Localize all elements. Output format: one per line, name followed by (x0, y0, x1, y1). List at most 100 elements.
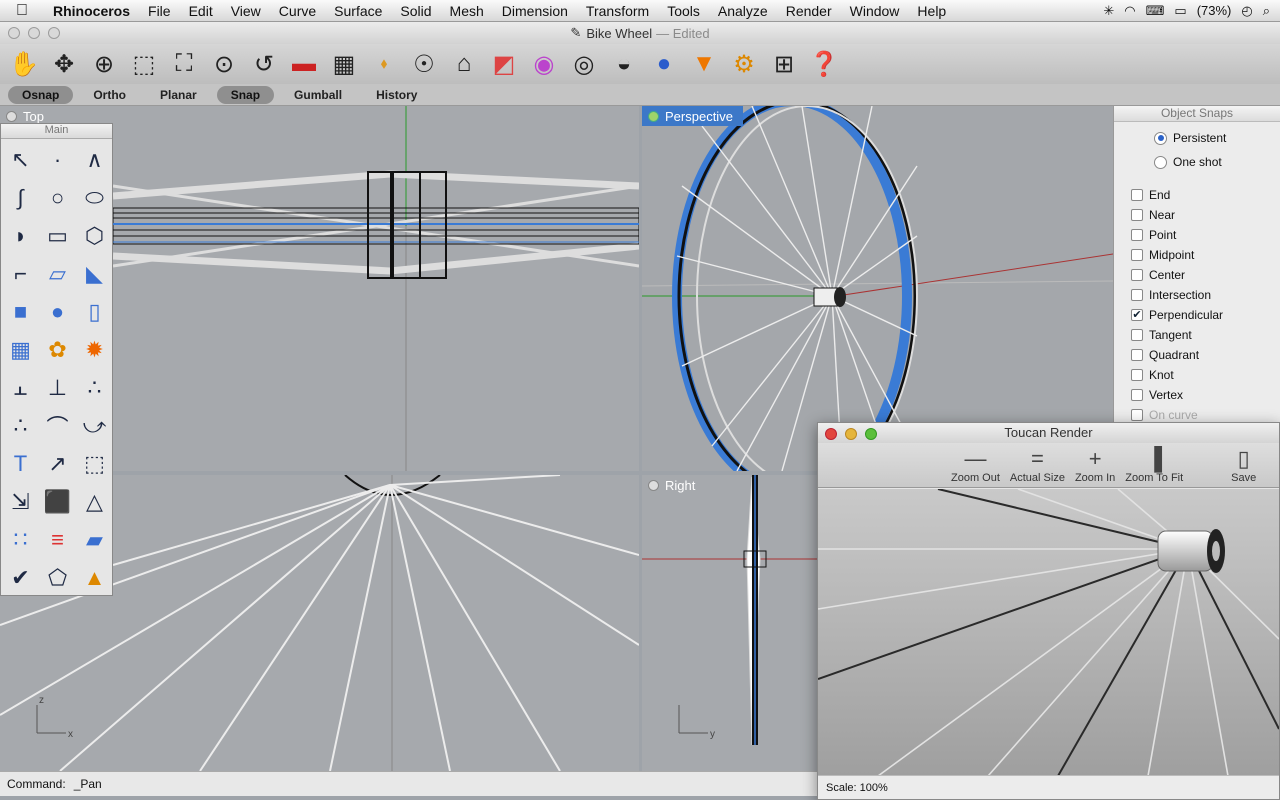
checkbox-icon[interactable] (1131, 329, 1143, 341)
viewport-perspective-title[interactable]: Perspective (642, 106, 743, 126)
check-icon[interactable]: ✔ (2, 559, 39, 597)
battery-icon[interactable]: ▭ (1174, 3, 1186, 19)
layers-icon[interactable]: ◩ (484, 46, 524, 82)
array-icon[interactable]: ∷ (2, 521, 39, 559)
move-icon[interactable]: ⇲ (2, 483, 39, 521)
snap-option-near[interactable]: Near (1114, 205, 1280, 225)
group-icon[interactable]: ⬚ (76, 445, 113, 483)
command-line[interactable]: Command: _Pan (0, 771, 817, 796)
snap-option-quadrant[interactable]: Quadrant (1114, 345, 1280, 365)
toucan-zoom-button[interactable] (865, 428, 877, 440)
zoom-dynamic-icon[interactable]: ⊕ (84, 46, 124, 82)
surface-edge-icon[interactable]: ◣ (76, 255, 113, 293)
zoom-selected-icon[interactable]: ⊙ (204, 46, 244, 82)
clock-icon[interactable]: ◴ (1241, 3, 1252, 19)
shaded-sphere-icon[interactable]: ◒ (604, 46, 644, 82)
select-arrow-icon[interactable]: ↖ (2, 141, 39, 179)
checkbox-icon[interactable] (1131, 269, 1143, 281)
ortho-toggle[interactable]: Ortho (79, 86, 140, 104)
menu-analyze[interactable]: Analyze (709, 3, 777, 19)
snap-option-center[interactable]: Center (1114, 265, 1280, 285)
curve-edit-icon[interactable]: ⤻ (76, 407, 113, 445)
command-input[interactable]: _Pan (74, 777, 102, 791)
zoom-window-button[interactable] (48, 27, 60, 39)
lightbulb-icon[interactable]: ☉ (404, 46, 444, 82)
wifi-icon[interactable]: ◠ (1124, 3, 1135, 19)
snap-option-end[interactable]: End (1114, 185, 1280, 205)
minimize-window-button[interactable] (28, 27, 40, 39)
undo-view-icon[interactable]: ↺ (244, 46, 284, 82)
wireframe-sphere-icon[interactable]: ◎ (564, 46, 604, 82)
curve-icon[interactable]: ∫ (2, 179, 39, 217)
checkbox-icon[interactable] (1131, 409, 1143, 421)
save-button[interactable]: ▯ Save (1231, 446, 1256, 487)
surface-from-points-icon[interactable]: ▱ (39, 255, 76, 293)
bluetooth-icon[interactable]: ✳ (1103, 3, 1114, 19)
checkbox-icon[interactable] (1131, 189, 1143, 201)
menu-mesh[interactable]: Mesh (441, 3, 493, 19)
checkbox-icon[interactable] (1131, 209, 1143, 221)
checkbox-icon[interactable] (1131, 249, 1143, 261)
snap-option-tangent[interactable]: Tangent (1114, 325, 1280, 345)
menu-window[interactable]: Window (841, 3, 909, 19)
point-icon[interactable]: · (39, 141, 76, 179)
viewport-right-title[interactable]: Right (642, 475, 705, 495)
control-points-icon[interactable]: ∴ (2, 407, 39, 445)
options-gear-icon[interactable]: ⚙ (724, 46, 764, 82)
grid-snap-icon[interactable]: ⊞ (764, 46, 804, 82)
rebuild-curve-icon[interactable]: ⌒ (39, 407, 76, 445)
viewport-perspective[interactable]: Perspective (642, 106, 1113, 471)
zoom-extents-icon[interactable]: ⛶ (164, 46, 204, 82)
render-preview[interactable] (818, 489, 1279, 776)
spotlight-search-icon[interactable]: ⌕ (1263, 3, 1270, 19)
checkbox-icon[interactable] (1131, 289, 1143, 301)
menu-file[interactable]: File (139, 3, 180, 19)
sphere-icon[interactable]: ● (39, 293, 76, 331)
cylinder-icon[interactable]: ▯ (76, 293, 113, 331)
menu-view[interactable]: View (222, 3, 270, 19)
checkbox-icon[interactable] (1131, 349, 1143, 361)
cplane-icon[interactable]: ▦ (324, 46, 364, 82)
puzzle-icon[interactable]: ✿ (39, 331, 76, 369)
zoom-window-icon[interactable]: ⬚ (124, 46, 164, 82)
zoom-out-button[interactable]: — Zoom Out (951, 446, 1000, 487)
trim-icon[interactable]: ⫠ (2, 369, 39, 407)
lock-icon[interactable]: ⌂ (444, 46, 484, 82)
viewport-menu-dot-icon[interactable] (648, 110, 659, 122)
align-icon[interactable]: ≡ (39, 521, 76, 559)
checkbox-icon[interactable] (1131, 229, 1143, 241)
polyline-icon[interactable]: ∧ (76, 141, 113, 179)
viewport-menu-dot-icon[interactable] (6, 110, 17, 122)
osnap-toggle[interactable]: Osnap (8, 85, 74, 104)
snap-toggle[interactable]: Snap (216, 85, 275, 104)
checkbox-icon[interactable] (1131, 369, 1143, 381)
pan-hand-icon[interactable]: ✋ (4, 46, 44, 82)
menu-edit[interactable]: Edit (180, 3, 222, 19)
menu-help[interactable]: Help (908, 3, 955, 19)
zoom-in-button[interactable]: + Zoom In (1075, 446, 1115, 487)
menu-transform[interactable]: Transform (577, 3, 658, 19)
analyze-icon[interactable]: ⬠ (39, 559, 76, 597)
dimension-icon[interactable]: ↗ (39, 445, 76, 483)
mesh-icon[interactable]: ▦ (2, 331, 39, 369)
persistent-radio[interactable]: Persistent (1114, 126, 1280, 150)
menu-app-name[interactable]: Rhinoceros (44, 3, 139, 19)
menu-solid[interactable]: Solid (391, 3, 440, 19)
menu-render[interactable]: Render (777, 3, 841, 19)
menu-dimension[interactable]: Dimension (493, 3, 577, 19)
rectangle-icon[interactable]: ▭ (39, 217, 76, 255)
snap-option-knot[interactable]: Knot (1114, 365, 1280, 385)
snap-option-intersection[interactable]: Intersection (1114, 285, 1280, 305)
snap-option-perpendicular[interactable]: ✔ Perpendicular (1114, 305, 1280, 325)
color-wheel-icon[interactable]: ◉ (524, 46, 564, 82)
viewport-menu-dot-icon[interactable] (648, 479, 659, 491)
split-icon[interactable]: ⊥ (39, 369, 76, 407)
close-window-button[interactable] (8, 27, 20, 39)
explode-icon[interactable]: ✹ (76, 331, 113, 369)
planar-toggle[interactable]: Planar (146, 86, 211, 104)
menu-surface[interactable]: Surface (325, 3, 391, 19)
fillet-curve-icon[interactable]: ⌐ (2, 255, 39, 293)
input-menu-icon[interactable]: ⌨ (1146, 3, 1165, 19)
render-pen-icon[interactable]: ▼ (684, 46, 724, 82)
actual-size-button[interactable]: = Actual Size (1010, 446, 1065, 487)
